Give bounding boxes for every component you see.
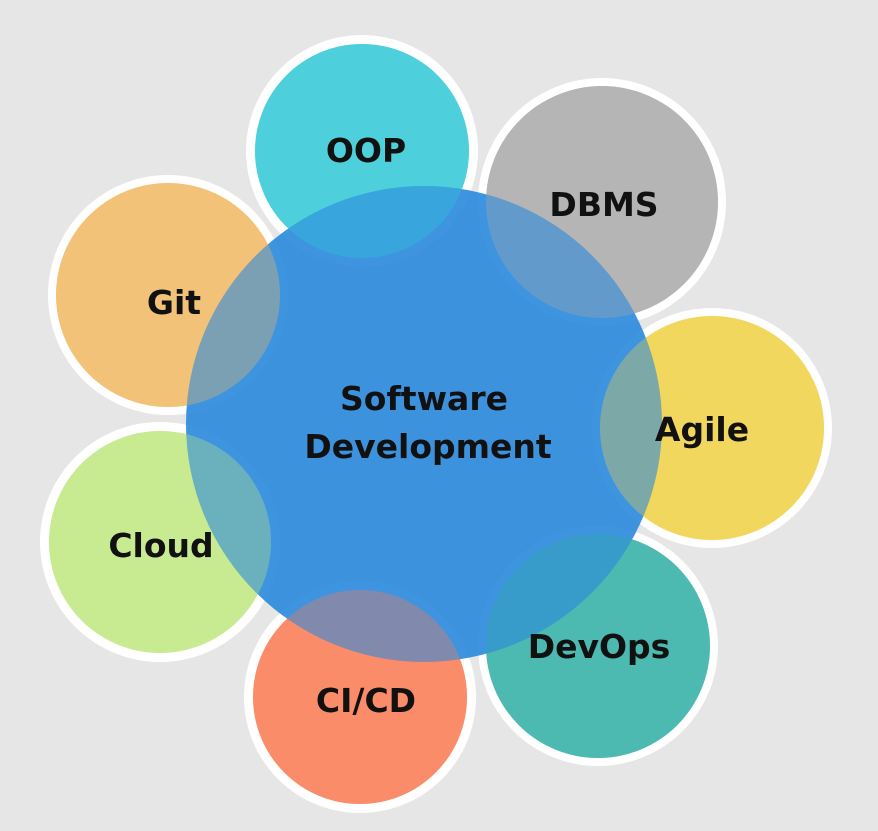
topic-devops-label: DevOps: [528, 627, 671, 666]
topic-cicd-label: CI/CD: [316, 681, 416, 720]
topic-oop-label: OOP: [326, 131, 406, 170]
topic-cloud-label: Cloud: [108, 526, 213, 565]
topic-agile-label: Agile: [655, 410, 749, 449]
software-development-diagram: Software Development OOP DBMS Agile DevO…: [0, 0, 878, 831]
topic-dbms-label: DBMS: [549, 185, 658, 224]
center-title-line-2: Development: [304, 427, 552, 466]
topic-git-label: Git: [147, 283, 201, 322]
center-title-line-1: Software: [340, 379, 508, 418]
